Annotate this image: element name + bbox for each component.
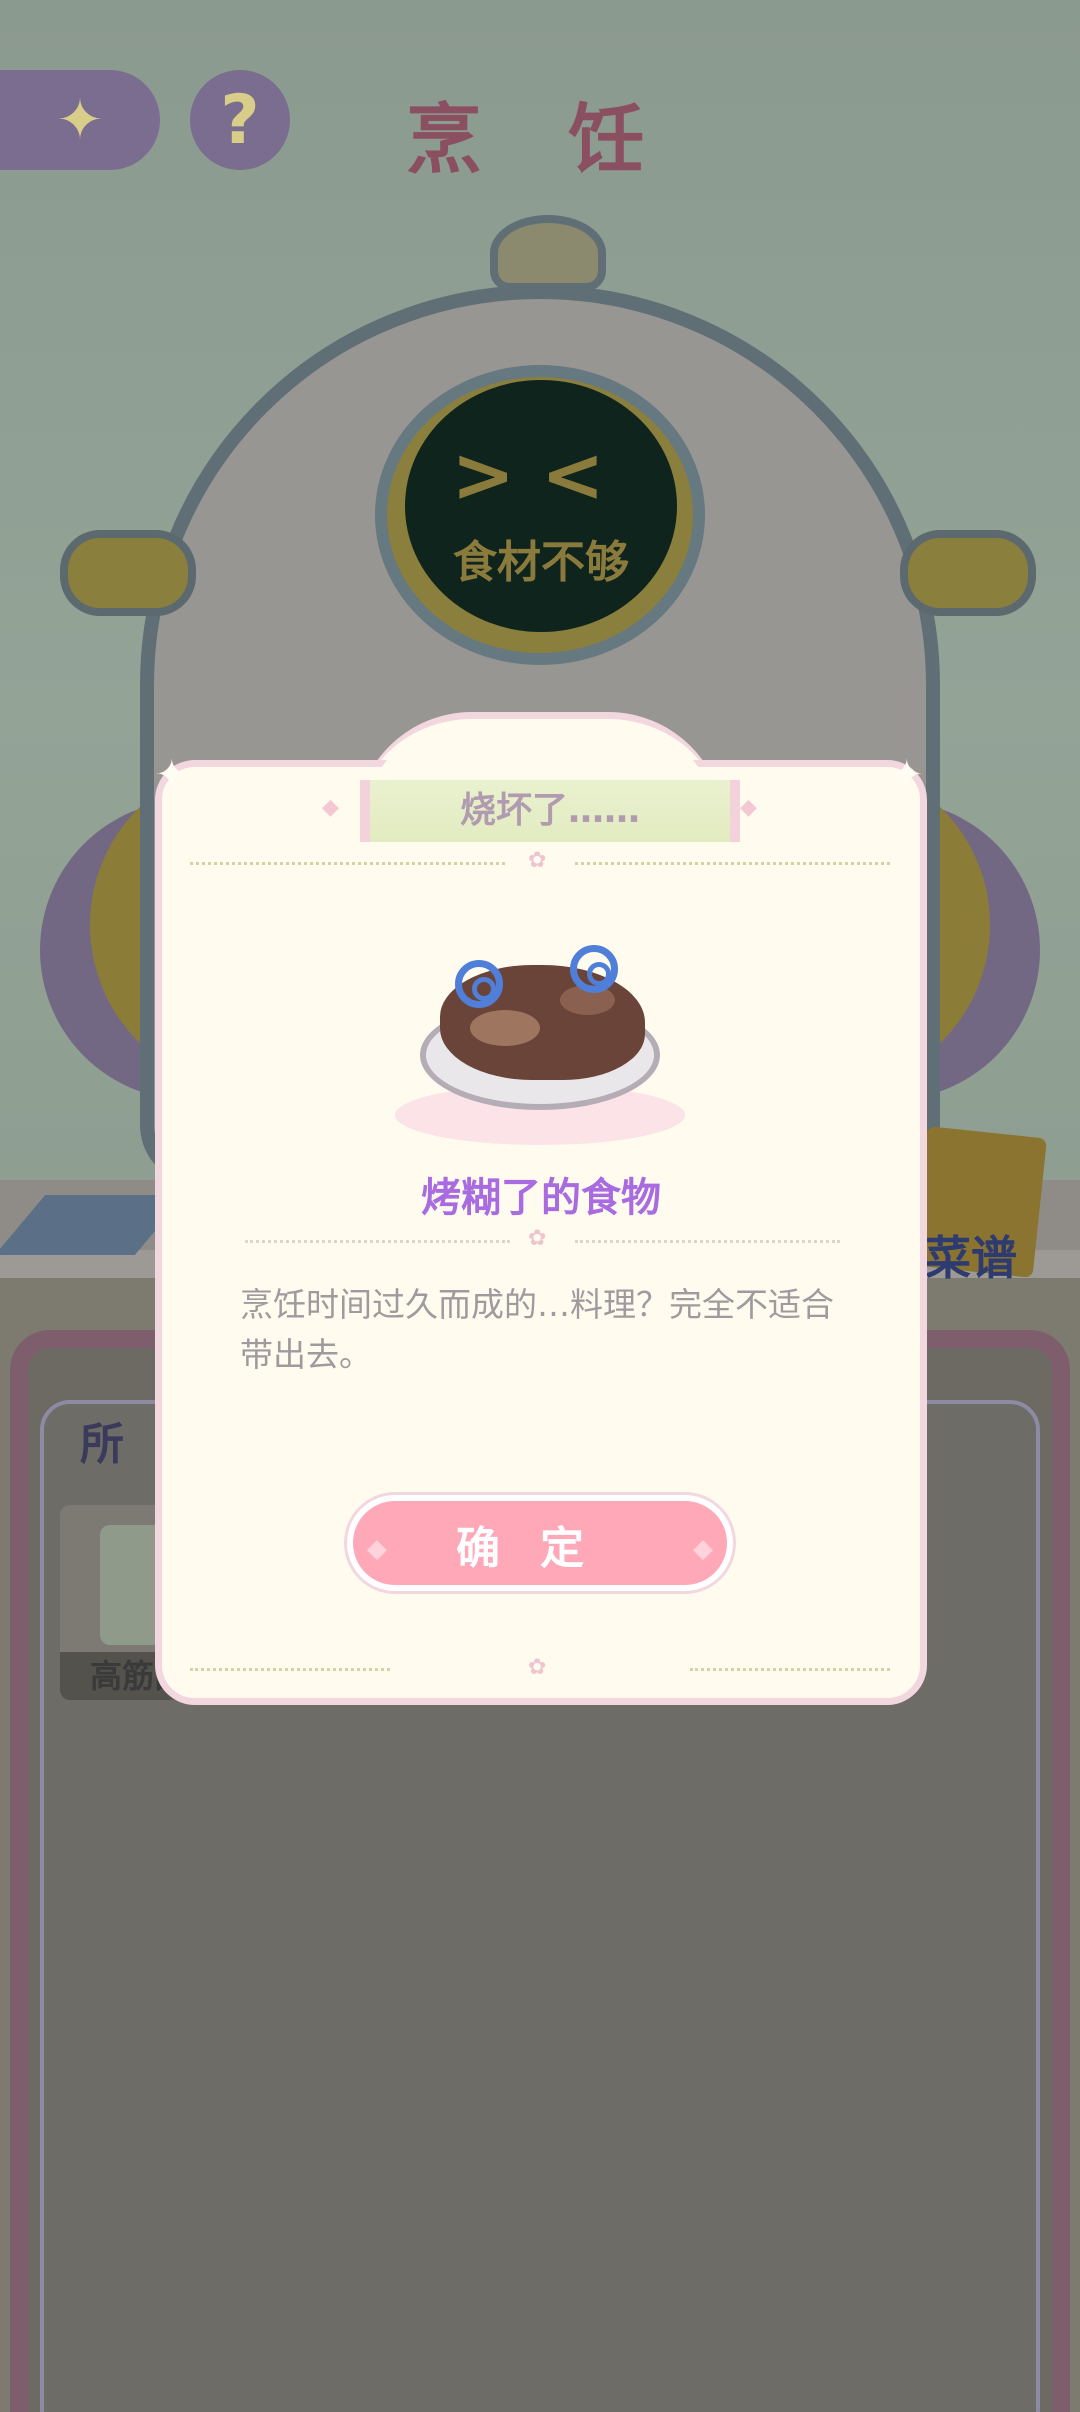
bow-icon: ✿ xyxy=(528,1655,547,1680)
pot-lid-knob xyxy=(490,215,606,291)
dizzy-swirl-icon xyxy=(455,960,503,1008)
sparkle-icon: ✦ xyxy=(155,752,189,798)
pot-handle-right xyxy=(900,530,1036,616)
divider-line xyxy=(575,1240,840,1243)
recipe-button-label[interactable]: 菜谱 xyxy=(925,1222,1017,1288)
food-name: 烤糊了的食物 xyxy=(421,1175,661,1221)
confirm-button[interactable]: ◆ 确定 ◆ xyxy=(347,1495,733,1591)
bow-icon: ✿ xyxy=(528,848,547,873)
pot-status-message: 食材不够 xyxy=(453,537,629,588)
divider-line xyxy=(690,1668,890,1671)
diamond-icon: ◆ xyxy=(740,795,757,820)
divider-line xyxy=(245,1240,510,1243)
diamond-icon: ◆ xyxy=(322,795,339,820)
sparkle-icon: ✦ xyxy=(890,752,924,798)
bow-icon: ✿ xyxy=(528,1226,547,1251)
divider-line xyxy=(575,862,890,865)
page-title: 烹 饪 xyxy=(405,95,675,184)
diamond-icon: ◆ xyxy=(367,1534,387,1564)
divider-line xyxy=(190,1668,390,1671)
pot-handle-left xyxy=(60,530,196,616)
dizzy-swirl-icon xyxy=(570,945,618,993)
divider-line xyxy=(190,862,505,865)
food-description: 烹饪时间过久而成的…料理？完全不适合带出去。 xyxy=(240,1285,834,1374)
top-bar: ✦ ? 烹 饪 xyxy=(0,70,1080,184)
pot-status-screen: >< 食材不够 xyxy=(405,380,677,632)
dialog-title: 烧坏了…… xyxy=(360,780,740,842)
confirm-button-label: 确定 xyxy=(456,1523,624,1574)
pot-face-icon: >< xyxy=(451,430,631,519)
diamond-icon: ◆ xyxy=(693,1534,713,1564)
